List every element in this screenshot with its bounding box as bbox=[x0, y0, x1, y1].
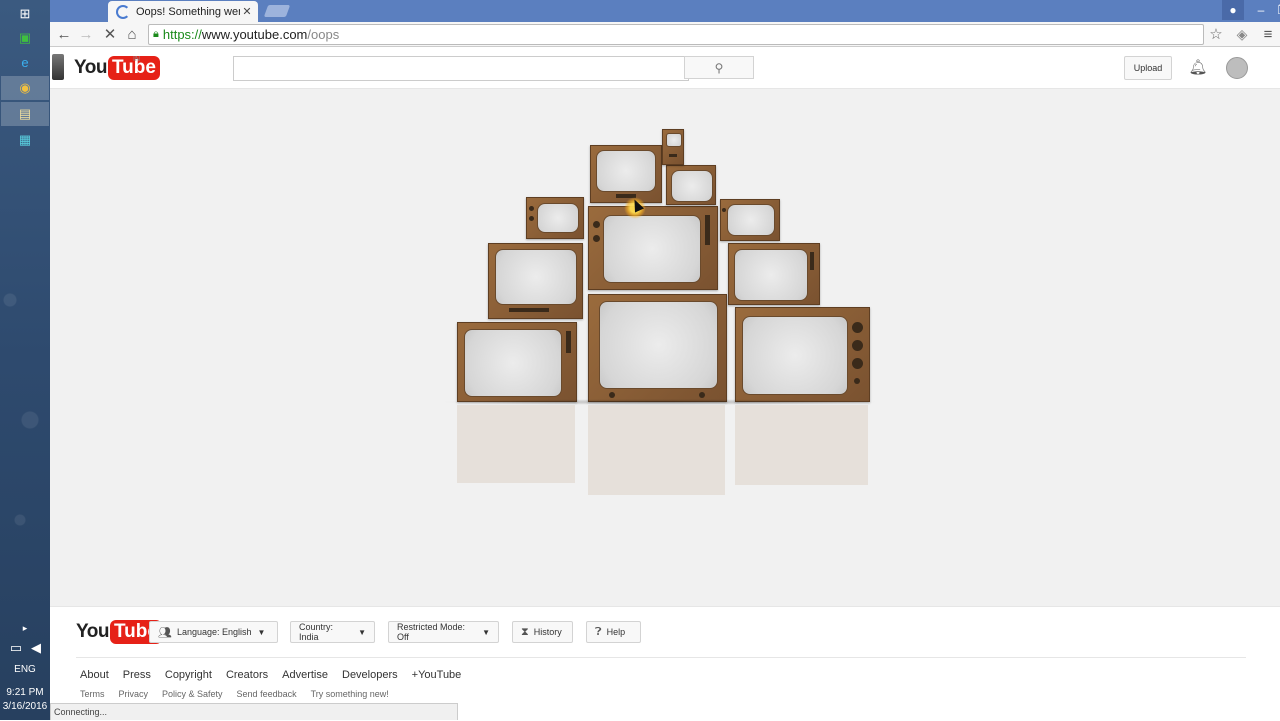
footer-link-try-new[interactable]: Try something new! bbox=[311, 689, 389, 699]
footer-divider bbox=[76, 657, 1246, 658]
tv-middle-right bbox=[728, 243, 820, 305]
footer-link-advertise[interactable]: Advertise bbox=[282, 669, 328, 681]
language-button[interactable]: 👥︎ Language: English ▼ bbox=[149, 621, 278, 643]
windows-taskbar: ⊞ ▣ e ◉ ▤ ▦ ▸ ▭ ◀ ENG 9:21 PM 3/16/2016 bbox=[0, 0, 50, 720]
green-app-icon[interactable]: ▣ bbox=[13, 26, 37, 50]
tv-bottom-right bbox=[735, 307, 870, 402]
tv-top-center bbox=[590, 145, 662, 203]
restricted-mode-button[interactable]: Restricted Mode: Off ▼ bbox=[388, 621, 499, 643]
browser-titlebar: Oops! Something went w ✕ ● – ❐ ✕ bbox=[50, 0, 1280, 22]
clock-time: 9:21 PM bbox=[6, 687, 44, 698]
url-scheme: https:// bbox=[162, 27, 202, 42]
tab-title: Oops! Something went w bbox=[136, 5, 240, 18]
back-icon[interactable]: ← bbox=[54, 24, 74, 44]
chevron-down-icon: ▼ bbox=[358, 627, 366, 637]
footer-link-privacy[interactable]: Privacy bbox=[119, 689, 149, 699]
url-host: www.youtube.com bbox=[201, 27, 308, 42]
language-label: Language: English bbox=[176, 627, 252, 637]
stop-loading-icon[interactable]: ✕ bbox=[100, 24, 120, 44]
footer-logo-you-text: You bbox=[76, 621, 109, 642]
country-label: Country: India bbox=[299, 622, 334, 642]
browser-status-bar: Connecting... bbox=[50, 703, 458, 720]
browser-tab[interactable]: Oops! Something went w ✕ bbox=[108, 1, 258, 22]
tv-reflection-left bbox=[457, 405, 575, 483]
hourglass-icon: ⧗ bbox=[521, 625, 529, 638]
lock-icon: 🔒︎ bbox=[153, 28, 159, 40]
upload-button[interactable]: Upload bbox=[1124, 56, 1172, 80]
new-tab-button[interactable] bbox=[263, 5, 291, 17]
restore-icon[interactable]: ❐ bbox=[1272, 0, 1280, 20]
logo-you-text: You bbox=[74, 57, 107, 78]
history-button[interactable]: ⧗ History bbox=[512, 621, 573, 643]
home-icon[interactable]: ⌂ bbox=[122, 24, 142, 44]
store-icon[interactable]: ▦ bbox=[13, 128, 37, 152]
footer-secondary-links: Terms Privacy Policy & Safety Send feedb… bbox=[80, 689, 389, 699]
windows-start-icon[interactable]: ⊞ bbox=[13, 2, 37, 26]
search-input[interactable] bbox=[233, 56, 689, 81]
search-button[interactable]: ⚲ bbox=[684, 56, 754, 79]
loading-spinner-icon bbox=[116, 4, 130, 19]
url-path: /oops bbox=[307, 27, 340, 42]
file-explorer-icon[interactable]: ▤ bbox=[1, 102, 49, 126]
footer-link-developers[interactable]: Developers bbox=[342, 669, 398, 681]
footer-link-terms[interactable]: Terms bbox=[80, 689, 105, 699]
tv-reflection-center bbox=[588, 405, 725, 495]
footer-link-copyright[interactable]: Copyright bbox=[165, 669, 212, 681]
footer-link-plus-youtube[interactable]: +YouTube bbox=[412, 669, 462, 681]
tv-middle-center bbox=[588, 206, 718, 290]
history-label: History bbox=[533, 627, 562, 637]
footer-primary-links: About Press Copyright Creators Advertise… bbox=[80, 669, 461, 681]
search-icon: ⚲ bbox=[714, 60, 724, 75]
clock[interactable]: 9:21 PM 3/16/2016 bbox=[0, 686, 50, 714]
broken-tv-illustration bbox=[50, 89, 1280, 509]
help-button[interactable]: ❓︎ Help bbox=[586, 621, 641, 643]
tv-bottom-left bbox=[457, 322, 577, 402]
tv-reflection-right bbox=[735, 405, 868, 485]
notifications-bell-icon[interactable]: 🔔︎ bbox=[1188, 57, 1208, 77]
profile-icon[interactable]: ● bbox=[1222, 0, 1244, 20]
address-bar[interactable]: 🔒︎ https:// www.youtube.com /oops bbox=[148, 24, 1204, 45]
chevron-down-icon: ▼ bbox=[257, 627, 266, 637]
extension-tag-icon[interactable]: ◈ bbox=[1232, 24, 1252, 44]
tv-middle-left bbox=[488, 243, 583, 319]
volume-icon[interactable]: ◀ bbox=[24, 636, 48, 660]
footer-link-press[interactable]: Press bbox=[123, 669, 151, 681]
restricted-mode-label: Restricted Mode: Off bbox=[397, 622, 466, 642]
guide-handle[interactable] bbox=[52, 54, 64, 80]
language-indicator[interactable]: ENG bbox=[0, 664, 50, 675]
footer-link-send-feedback[interactable]: Send feedback bbox=[237, 689, 297, 699]
tv-top-tiny bbox=[662, 129, 684, 165]
language-people-icon: 👥︎ bbox=[158, 626, 172, 639]
minimize-icon[interactable]: – bbox=[1250, 0, 1272, 20]
youtube-header: You Tube IN ⚲ Upload 🔔︎ bbox=[50, 47, 1280, 89]
footer-link-about[interactable]: About bbox=[80, 669, 109, 681]
tv-top-small-left bbox=[526, 197, 584, 239]
error-page-main bbox=[50, 89, 1280, 606]
tv-top-right bbox=[666, 165, 716, 205]
chrome-icon[interactable]: ◉ bbox=[1, 76, 49, 100]
chrome-menu-icon[interactable]: ≡ bbox=[1258, 24, 1278, 44]
clock-date: 3/16/2016 bbox=[2, 701, 48, 712]
tab-close-icon[interactable]: ✕ bbox=[240, 5, 254, 18]
country-button[interactable]: Country: India ▼ bbox=[290, 621, 375, 643]
help-icon: ❓︎ bbox=[595, 625, 602, 638]
footer-link-creators[interactable]: Creators bbox=[226, 669, 268, 681]
tv-top-small-right bbox=[720, 199, 780, 241]
forward-icon[interactable]: → bbox=[76, 24, 96, 44]
internet-explorer-icon[interactable]: e bbox=[13, 50, 37, 74]
user-avatar[interactable] bbox=[1226, 57, 1248, 79]
region-code: IN bbox=[133, 56, 140, 63]
tv-bottom-center bbox=[588, 294, 727, 402]
chevron-down-icon: ▼ bbox=[482, 627, 490, 637]
help-label: Help bbox=[606, 627, 626, 637]
browser-toolbar: ← → ✕ ⌂ 🔒︎ https:// www.youtube.com /oop… bbox=[50, 22, 1280, 47]
footer-link-policy-safety[interactable]: Policy & Safety bbox=[162, 689, 223, 699]
bookmark-star-icon[interactable]: ☆ bbox=[1206, 24, 1226, 44]
youtube-logo[interactable]: You Tube bbox=[74, 56, 160, 80]
